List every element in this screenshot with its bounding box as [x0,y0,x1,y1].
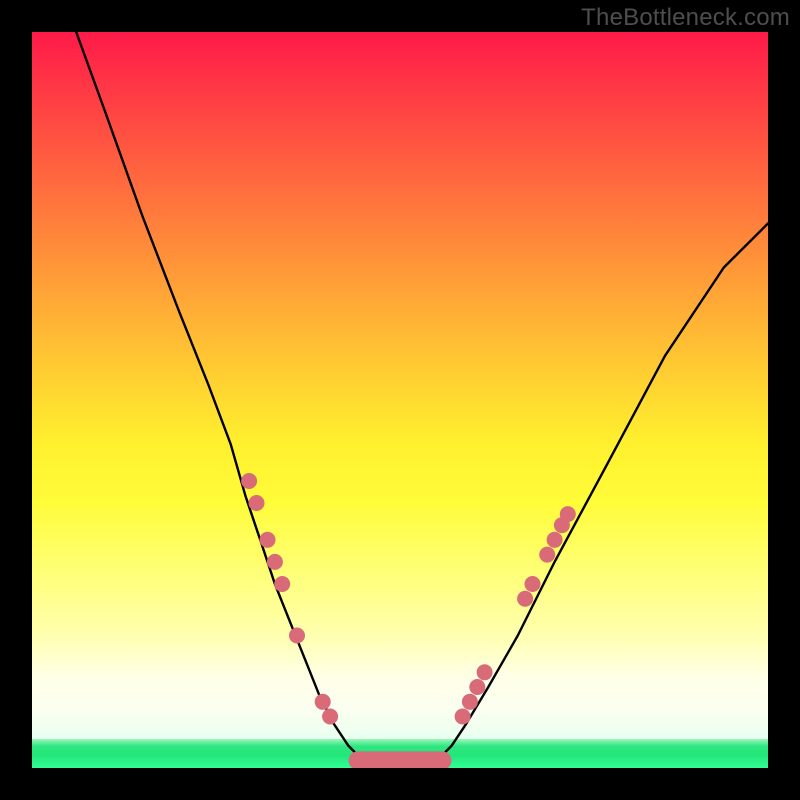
marker-right-3 [477,664,493,680]
marker-left-2 [260,532,276,548]
marker-right-0 [455,709,471,725]
marker-left-7 [322,709,338,725]
marker-right-7 [547,532,563,548]
chart-frame: TheBottleneck.com [0,0,800,800]
marker-right-2 [469,679,485,695]
marker-left-4 [274,576,290,592]
markers-right-group [455,506,576,724]
chart-svg [32,32,768,768]
v-curve [76,32,768,761]
marker-left-6 [315,694,331,710]
marker-left-5 [289,628,305,644]
curve-group [76,32,768,761]
marker-left-0 [241,473,257,489]
marker-right-9 [560,506,576,522]
marker-right-6 [539,547,555,563]
bottom-bar [349,751,452,768]
marker-right-5 [525,576,541,592]
marker-left-1 [249,495,265,511]
bottom-bar-group [349,751,452,768]
marker-right-1 [462,694,478,710]
watermark-text: TheBottleneck.com [581,4,790,32]
markers-left-group [241,473,338,725]
marker-left-3 [267,554,283,570]
marker-right-4 [517,591,533,607]
